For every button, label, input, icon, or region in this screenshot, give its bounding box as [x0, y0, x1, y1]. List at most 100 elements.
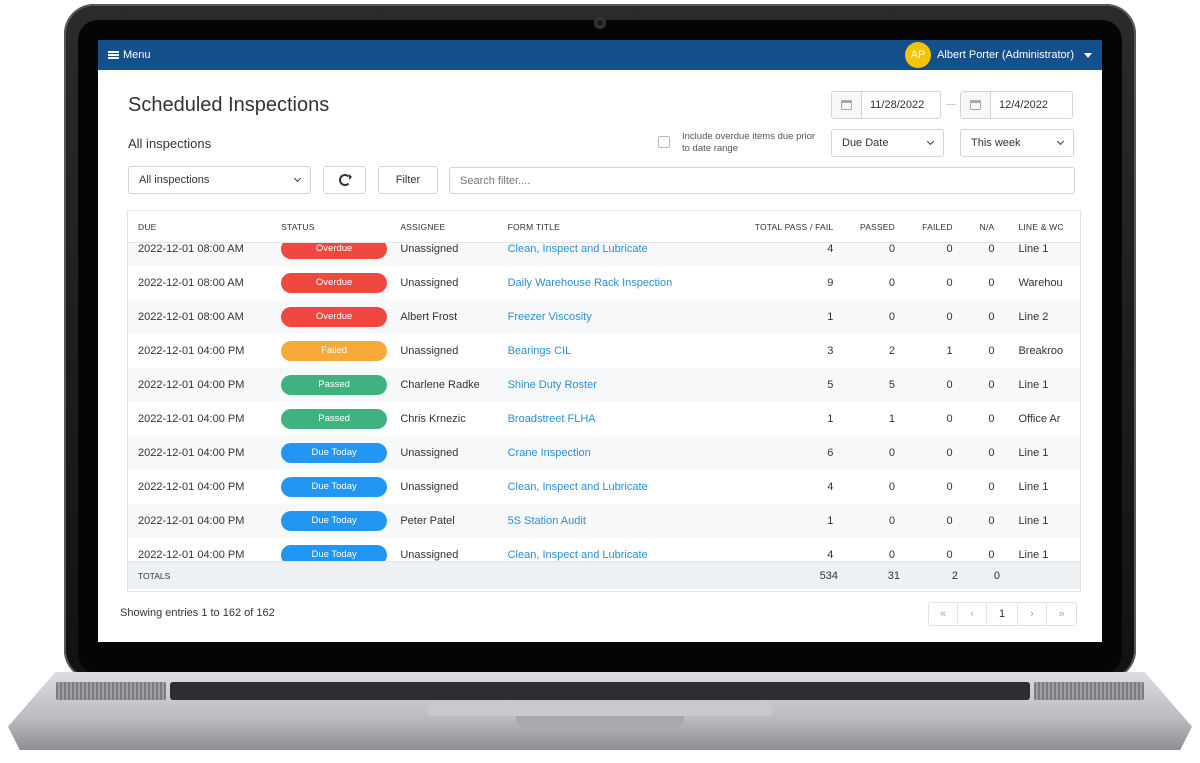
- table-row[interactable]: 2022-12-01 08:00 AM Overdue Albert Frost Fr…: [128, 300, 1080, 334]
- table-row[interactable]: 2022-12-01 04:00 PM Passed Chris Krnezic Br…: [128, 402, 1080, 436]
- failed-cell: 1: [946, 345, 953, 357]
- form-title-link[interactable]: Shine Duty Roster: [508, 379, 597, 391]
- page-1-button[interactable]: 1: [987, 603, 1018, 625]
- assignee-cell: Chris Krnezic: [400, 413, 466, 425]
- first-page-button[interactable]: «: [929, 603, 958, 625]
- failed-cell: 0: [946, 379, 953, 391]
- column-header-status[interactable]: STATUS: [271, 222, 400, 232]
- table-row[interactable]: 2022-12-01 04:00 PM Due Today Unassigned Cl…: [128, 470, 1080, 504]
- na-cell: 0: [988, 549, 995, 561]
- total-cell: 9: [827, 277, 834, 289]
- calendar-icon: [832, 92, 862, 118]
- form-title-cell: Clean, Inspect and Lubricate: [508, 243, 734, 255]
- assignee-cell: Peter Patel: [400, 515, 455, 527]
- line-cell: Line 1: [1018, 243, 1049, 255]
- column-header-assignee[interactable]: ASSIGNEE: [400, 222, 507, 232]
- filter-button[interactable]: Filter: [378, 166, 438, 194]
- status-badge: Due Today: [281, 477, 388, 497]
- include-overdue-checkbox[interactable]: [658, 136, 670, 148]
- trackpad: [428, 702, 772, 716]
- form-title-link[interactable]: Bearings CIL: [508, 345, 572, 357]
- form-title-link[interactable]: Clean, Inspect and Lubricate: [508, 243, 648, 255]
- column-header-passed[interactable]: PASSED: [839, 222, 901, 232]
- table-row[interactable]: 2022-12-01 04:00 PM Due Today Unassigned Cl…: [128, 538, 1080, 561]
- form-title-link[interactable]: Clean, Inspect and Lubricate: [508, 549, 648, 561]
- form-title-cell: Clean, Inspect and Lubricate: [508, 549, 734, 561]
- start-date-picker[interactable]: 11/28/2022: [831, 91, 941, 119]
- total-cell: 1: [827, 413, 834, 425]
- laptop-mockup: Menu AP Albert Porter (Administrator) Sc…: [0, 0, 1200, 763]
- form-title-link[interactable]: Broadstreet FLHA: [508, 413, 596, 425]
- menu-button[interactable]: Menu: [108, 49, 151, 61]
- hamburger-icon: [108, 51, 119, 59]
- table-row[interactable]: 2022-12-01 04:00 PM Due Today Peter Patel 5…: [128, 504, 1080, 538]
- status-cell: Due Today: [271, 545, 400, 561]
- due-cell: 2022-12-01 04:00 PM: [138, 345, 245, 357]
- total-cell: 4: [827, 243, 834, 255]
- status-badge: Passed: [281, 375, 388, 395]
- end-date-picker[interactable]: 12/4/2022: [960, 91, 1073, 119]
- line-cell: Line 2: [1018, 311, 1049, 323]
- form-title-link[interactable]: Clean, Inspect and Lubricate: [508, 481, 648, 493]
- totals-passed: 31: [887, 569, 900, 582]
- status-cell: Passed: [271, 375, 400, 395]
- user-menu[interactable]: AP Albert Porter (Administrator): [905, 42, 1092, 68]
- form-title-link[interactable]: Crane Inspection: [508, 447, 591, 459]
- sort-by-select[interactable]: Due Date: [831, 129, 944, 157]
- caret-down-icon: [1084, 52, 1092, 58]
- form-title-link[interactable]: 5S Station Audit: [508, 515, 586, 527]
- column-header-na[interactable]: N/A: [959, 222, 1001, 232]
- column-header-form-title[interactable]: FORM TITLE: [508, 222, 734, 232]
- totals-na: 0: [993, 569, 1000, 582]
- form-title-link[interactable]: Freezer Viscosity: [508, 311, 592, 323]
- status-cell: Overdue: [271, 243, 400, 259]
- refresh-button[interactable]: [323, 166, 366, 194]
- assignee-cell: Charlene Radke: [400, 379, 480, 391]
- due-cell: 2022-12-01 08:00 AM: [138, 243, 244, 255]
- passed-cell: 5: [888, 379, 896, 391]
- include-overdue-option[interactable]: Include overdue items due prior to date …: [658, 131, 822, 155]
- search-input[interactable]: [449, 167, 1075, 194]
- table-row[interactable]: 2022-12-01 04:00 PM Passed Charlene Radke S…: [128, 368, 1080, 402]
- chevron-down-icon: [293, 174, 302, 183]
- next-page-button[interactable]: ›: [1018, 603, 1047, 625]
- status-badge: Passed: [281, 409, 388, 429]
- total-cell: 4: [827, 481, 834, 493]
- column-header-due[interactable]: DUE: [128, 222, 271, 232]
- assignee-cell: Unassigned: [400, 481, 459, 493]
- table-row[interactable]: 2022-12-01 04:00 PM Failed Unassigned Beari…: [128, 334, 1080, 368]
- status-badge: Due Today: [281, 511, 388, 531]
- menu-label: Menu: [123, 49, 151, 61]
- line-cell: Line 1: [1018, 379, 1049, 391]
- failed-cell: 0: [946, 447, 953, 459]
- include-overdue-label: Include overdue items due prior to date …: [682, 131, 816, 154]
- status-badge: Overdue: [281, 243, 388, 259]
- last-page-button[interactable]: »: [1047, 603, 1076, 625]
- sort-by-value: Due Date: [842, 137, 889, 149]
- column-header-line[interactable]: LINE & WC: [1000, 222, 1080, 232]
- assignee-cell: Albert Frost: [400, 311, 458, 323]
- status-cell: Failed: [271, 341, 400, 361]
- na-cell: 0: [988, 413, 995, 425]
- column-header-failed[interactable]: FAILED: [901, 222, 959, 232]
- due-cell: 2022-12-01 04:00 PM: [138, 549, 245, 561]
- table-row[interactable]: 2022-12-01 04:00 PM Due Today Unassigned Cr…: [128, 436, 1080, 470]
- line-cell: Office Ar: [1018, 413, 1061, 425]
- due-cell: 2022-12-01 04:00 PM: [138, 413, 245, 425]
- na-cell: 0: [988, 481, 995, 493]
- status-cell: Passed: [271, 409, 400, 429]
- form-title-link[interactable]: Daily Warehouse Rack Inspection: [508, 277, 673, 289]
- status-badge: Due Today: [281, 443, 388, 463]
- table-body[interactable]: 2022-12-01 08:00 AM Overdue Unassigned Clea…: [128, 243, 1080, 561]
- na-cell: 0: [988, 379, 995, 391]
- inspection-scope-select[interactable]: All inspections: [128, 166, 311, 194]
- status-cell: Overdue: [271, 307, 400, 327]
- start-date-value: 11/28/2022: [870, 99, 925, 111]
- due-cell: 2022-12-01 08:00 AM: [138, 277, 244, 289]
- period-select[interactable]: This week: [960, 129, 1074, 157]
- prev-page-button[interactable]: ‹: [958, 603, 987, 625]
- totals-total: 534: [819, 569, 838, 582]
- table-row[interactable]: 2022-12-01 08:00 AM Overdue Unassigned Clea…: [128, 243, 1080, 266]
- column-header-total[interactable]: TOTAL PASS / FAIL: [734, 222, 839, 232]
- table-row[interactable]: 2022-12-01 08:00 AM Overdue Unassigned Dail…: [128, 266, 1080, 300]
